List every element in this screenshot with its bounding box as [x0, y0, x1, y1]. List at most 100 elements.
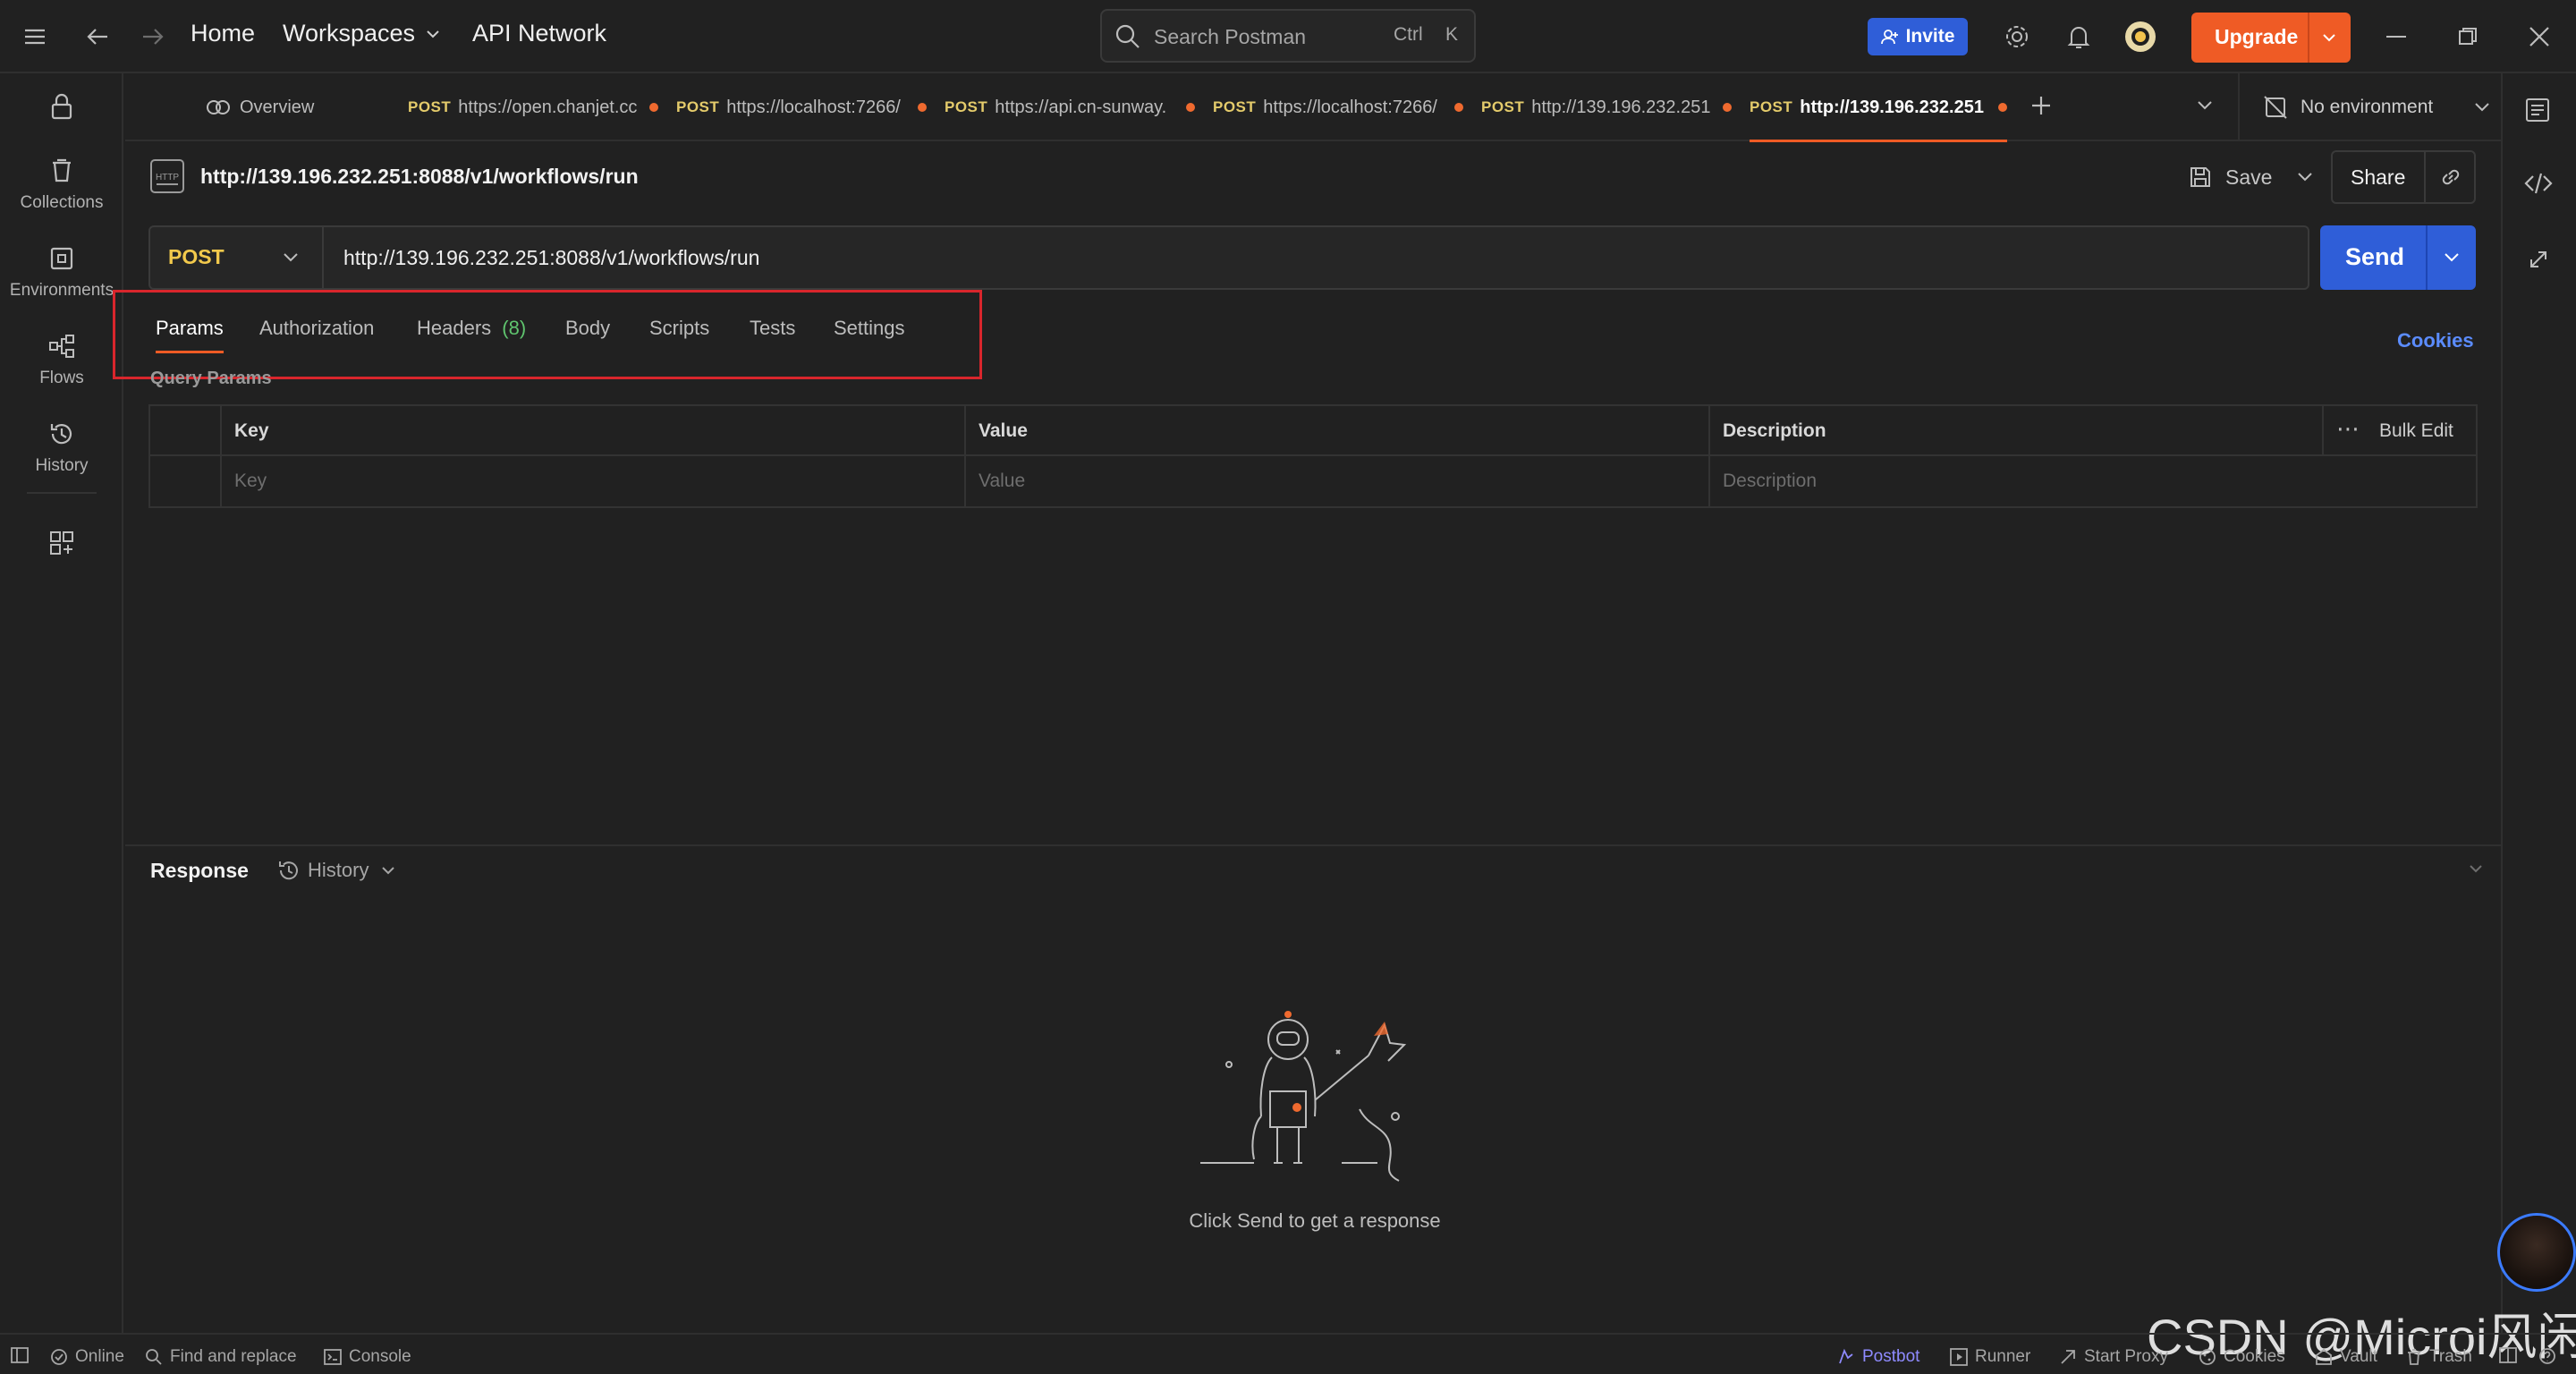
tab-authorization[interactable]: Authorization	[259, 317, 374, 340]
workspaces-menu[interactable]: Workspaces	[283, 20, 440, 47]
tab-scripts[interactable]: Scripts	[649, 317, 709, 340]
sidebar-item-environments[interactable]: Environments	[0, 243, 123, 301]
tab-request-6-active[interactable]: POST http://139.196.232.251	[1750, 73, 2008, 142]
home-link[interactable]: Home	[191, 20, 255, 47]
description-input[interactable]: Description	[1723, 471, 1817, 492]
tab-request-3[interactable]: POST https://api.cn-sunway.	[945, 73, 1196, 141]
column-divider	[1708, 406, 1710, 506]
cookies-link[interactable]: Cookies	[2397, 329, 2474, 352]
postbot-button[interactable]: Postbot	[1837, 1347, 1919, 1367]
send-button[interactable]: Send	[2320, 225, 2476, 290]
back-arrow-icon[interactable]	[80, 20, 114, 54]
environment-icon	[47, 243, 77, 274]
collapse-response-chevron-icon[interactable]	[2469, 864, 2483, 873]
tab-headers[interactable]: Headers (8)	[417, 317, 526, 340]
flows-icon	[47, 331, 77, 361]
runner-button[interactable]: Runner	[1950, 1347, 2030, 1367]
restore-window-icon[interactable]	[2451, 20, 2485, 54]
tabs-overflow-chevron-icon[interactable]	[2197, 100, 2213, 111]
response-divider[interactable]	[125, 844, 2501, 846]
tab-settings[interactable]: Settings	[834, 317, 905, 340]
response-history-dropdown[interactable]: History	[277, 859, 395, 882]
related-collections-icon[interactable]	[2526, 247, 2551, 272]
bulk-edit-button[interactable]: Bulk Edit	[2379, 420, 2453, 442]
history-label: History	[308, 859, 369, 881]
sidebar-item-label: Collections	[20, 193, 104, 212]
tab-method: POST	[1750, 98, 1793, 115]
menu-icon[interactable]	[18, 20, 52, 54]
api-network-link[interactable]: API Network	[472, 20, 606, 47]
vault-button[interactable]: Vault	[2315, 1347, 2377, 1367]
cookies-button[interactable]: Cookies	[2199, 1347, 2285, 1367]
add-tab-icon[interactable]	[2029, 93, 2054, 118]
user-avatar[interactable]	[2497, 1213, 2576, 1292]
unsaved-dot	[649, 103, 659, 112]
tab-params[interactable]: Params	[156, 317, 224, 340]
forward-arrow-icon[interactable]	[136, 20, 170, 54]
settings-gear-icon[interactable]	[2000, 20, 2034, 54]
search-icon	[1115, 24, 1140, 48]
tab-overview-label: Overview	[240, 97, 315, 117]
sidebar-item-configure[interactable]	[0, 528, 123, 565]
active-tab-underline	[156, 351, 224, 353]
postbot-icon	[1839, 1348, 1853, 1364]
minimize-icon[interactable]	[2379, 20, 2413, 54]
tab-overview[interactable]: Overview	[206, 73, 314, 141]
tab-request-2[interactable]: POST https://localhost:7266/	[676, 73, 928, 141]
value-input[interactable]: Value	[979, 471, 1025, 492]
search-bar[interactable]: Search Postman Ctrl K	[1100, 9, 1476, 63]
tab-url: https://open.chanjet.cc	[458, 97, 638, 117]
sidebar-item-history[interactable]: History	[0, 419, 123, 476]
two-pane-icon[interactable]	[2499, 1347, 2517, 1363]
online-status[interactable]: Online	[50, 1347, 124, 1367]
sidebar-item-collections[interactable]: Collections	[0, 156, 123, 213]
documentation-icon[interactable]	[2524, 97, 2551, 123]
tab-request-1[interactable]: POST https://open.chanjet.cc	[408, 73, 659, 141]
check-circle-icon	[51, 1349, 67, 1365]
code-icon[interactable]	[2524, 172, 2553, 195]
tab-request-4[interactable]: POST https://localhost:7266/	[1213, 73, 1464, 141]
sidebar-lock[interactable]	[0, 91, 123, 129]
tabs-divider	[2238, 73, 2240, 141]
upgrade-button[interactable]: Upgrade	[2191, 13, 2351, 63]
unsaved-dot	[1454, 103, 1464, 112]
grid-add-icon	[47, 528, 77, 558]
chevron-down-icon[interactable]	[2297, 172, 2313, 182]
trash-icon	[2408, 1349, 2420, 1365]
save-label: Save	[2225, 165, 2273, 189]
notification-bell-icon[interactable]	[2062, 20, 2096, 54]
proxy-icon	[2061, 1350, 2075, 1364]
request-title[interactable]: http://139.196.232.251:8088/v1/workflows…	[200, 165, 639, 189]
add-user-icon	[1880, 30, 1898, 45]
save-button[interactable]: Save	[2188, 156, 2313, 199]
toggle-sidebar-icon[interactable]	[11, 1347, 29, 1363]
postman-avatar-icon[interactable]	[2123, 20, 2157, 54]
column-header-key: Key	[234, 420, 269, 441]
trash-button[interactable]: Trash	[2406, 1347, 2472, 1367]
help-icon[interactable]	[2538, 1347, 2556, 1365]
key-input[interactable]: Key	[234, 471, 267, 492]
overview-icon	[207, 100, 230, 114]
sidebar-item-flows[interactable]: Flows	[0, 331, 123, 388]
method-selector[interactable]: POST	[150, 227, 324, 288]
environment-selector[interactable]: No environment	[2263, 93, 2490, 122]
tab-request-5[interactable]: POST http://139.196.232.251	[1481, 73, 1733, 141]
url-input[interactable]: http://139.196.232.251:8088/v1/workflows…	[343, 246, 759, 270]
share-button[interactable]: Share	[2331, 150, 2476, 204]
tab-tests[interactable]: Tests	[750, 317, 795, 340]
start-proxy-button[interactable]: Start Proxy	[2059, 1347, 2168, 1367]
chevron-down-icon[interactable]	[2322, 33, 2336, 42]
link-icon[interactable]	[2438, 165, 2463, 190]
cookie-icon	[2199, 1349, 2216, 1365]
no-environment-icon	[2264, 96, 2287, 119]
find-replace-button[interactable]: Find and replace	[145, 1347, 297, 1367]
tab-method: POST	[676, 98, 720, 115]
request-tabs-bar: Overview POST https://open.chanjet.cc PO…	[125, 73, 2501, 142]
chevron-down-icon[interactable]	[2444, 252, 2460, 263]
tab-method: POST	[408, 98, 452, 115]
close-icon[interactable]	[2522, 20, 2556, 54]
tab-body[interactable]: Body	[565, 317, 610, 340]
console-button[interactable]: Console	[324, 1347, 411, 1367]
invite-button[interactable]: Invite	[1868, 18, 1968, 55]
more-options-icon[interactable]: ⋯	[2336, 415, 2360, 443]
